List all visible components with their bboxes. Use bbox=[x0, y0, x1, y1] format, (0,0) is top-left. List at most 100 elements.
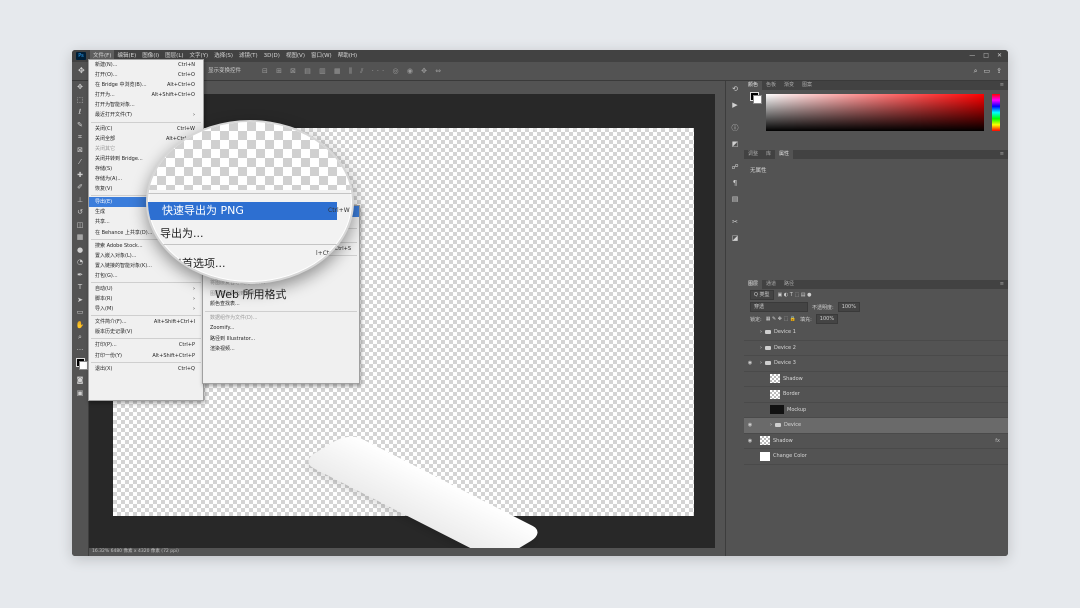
stamp-icon[interactable]: ⊥ bbox=[72, 194, 88, 207]
panel-menu-icon[interactable]: ≡ bbox=[1000, 81, 1004, 90]
tab-color[interactable]: 颜色 bbox=[744, 81, 763, 90]
file-menu-item[interactable]: 导入(M) › bbox=[89, 304, 203, 314]
tab-swatches[interactable]: 色板 bbox=[762, 81, 780, 90]
fill-field[interactable]: 100% bbox=[815, 314, 839, 324]
expand-chevron-icon[interactable]: › bbox=[760, 345, 762, 351]
layer-row[interactable]: › Device 1 bbox=[744, 325, 1008, 341]
export-as-magnified[interactable]: 导出为... bbox=[160, 225, 204, 241]
move-icon[interactable]: ✥ bbox=[72, 81, 88, 94]
tool-presets-icon[interactable]: ✂ bbox=[726, 214, 744, 230]
healing-icon[interactable]: ✚ bbox=[72, 169, 88, 182]
panel-menu-icon[interactable]: ≡ bbox=[1000, 150, 1004, 159]
layer-row[interactable]: Change Color bbox=[744, 449, 1008, 465]
hand-icon[interactable]: ✋ bbox=[72, 319, 88, 332]
type-icon[interactable]: T bbox=[72, 281, 88, 294]
file-menu-item[interactable]: 打开为智能对象... bbox=[89, 100, 203, 110]
layer-row[interactable]: › Device 2 bbox=[744, 341, 1008, 356]
file-menu-item[interactable]: 打开为... Alt+Shift+Ctrl+O bbox=[89, 90, 203, 100]
expand-chevron-icon[interactable]: › bbox=[760, 329, 762, 335]
menu-6[interactable]: 滤镜(T) bbox=[236, 50, 261, 62]
layer-row[interactable]: Mockup bbox=[744, 403, 1008, 418]
visibility-eye-icon[interactable]: ◉ bbox=[744, 422, 756, 428]
menu-5[interactable]: 选择(S) bbox=[211, 50, 236, 62]
workspace-icon[interactable]: ▭ bbox=[984, 62, 991, 80]
eyedropper-icon[interactable]: ⁄ bbox=[72, 156, 88, 169]
layer-row[interactable]: Shadow bbox=[744, 372, 1008, 387]
marquee-icon[interactable]: ⬚ bbox=[72, 94, 88, 107]
menu-9[interactable]: 窗口(W) bbox=[308, 50, 335, 62]
file-menu-item[interactable]: 自动(U) › bbox=[89, 284, 203, 294]
character-icon[interactable]: ▤ bbox=[726, 191, 744, 207]
menu-10[interactable]: 帮助(H) bbox=[335, 50, 360, 62]
tab-layers[interactable]: 图层 bbox=[744, 280, 763, 289]
file-menu-item[interactable]: 打包(G)... bbox=[89, 271, 203, 281]
shape-icon[interactable]: ▭ bbox=[72, 306, 88, 319]
brush-settings-icon[interactable]: ☍ bbox=[726, 159, 744, 175]
screen-mode-icon[interactable]: ▣ bbox=[72, 387, 88, 400]
zoom-icon[interactable]: ⌕ bbox=[72, 331, 88, 344]
menu-7[interactable]: 3D(D) bbox=[261, 50, 283, 62]
tab-properties[interactable]: 属性 bbox=[775, 150, 794, 159]
color-swatches[interactable] bbox=[72, 356, 88, 374]
tab-patterns[interactable]: 图案 bbox=[798, 81, 816, 90]
align-icons[interactable]: ⊟ ⊞ ⊠ ▤ ▥ ▦ ⫼ ⫽ ··· ◎ ◉ ✥ ⇔ bbox=[262, 62, 444, 80]
visibility-eye-icon[interactable]: ◉ bbox=[744, 360, 756, 366]
clone-source-icon[interactable]: ◪ bbox=[726, 230, 744, 246]
file-menu-item[interactable]: 脚本(R) › bbox=[89, 294, 203, 304]
file-menu-item[interactable]: 退出(X) Ctrl+Q bbox=[89, 364, 203, 374]
expand-chevron-icon[interactable]: › bbox=[770, 422, 772, 428]
tab-paths[interactable]: 路径 bbox=[780, 280, 798, 289]
blur-icon[interactable]: ● bbox=[72, 244, 88, 257]
path-select-icon[interactable]: ➤ bbox=[72, 294, 88, 307]
crop-icon[interactable]: ⌗ bbox=[72, 131, 88, 144]
play-icon[interactable]: ▶ bbox=[726, 97, 744, 113]
file-menu-item[interactable]: 打印(P)... Ctrl+P bbox=[89, 340, 203, 350]
visibility-eye-icon[interactable]: ◉ bbox=[744, 438, 756, 444]
layer-row[interactable]: ◉ › Device bbox=[744, 418, 1008, 434]
menu-8[interactable]: 视图(V) bbox=[283, 50, 308, 62]
quick-export-png-magnified[interactable]: 快速导出为 PNG bbox=[148, 202, 337, 220]
gradient-icon[interactable]: ▦ bbox=[72, 231, 88, 244]
tab-gradients[interactable]: 渐变 bbox=[780, 81, 798, 90]
hue-slider[interactable] bbox=[992, 94, 1000, 131]
background-color-chip[interactable] bbox=[753, 95, 762, 104]
file-menu-item[interactable]: 打开(O)... Ctrl+O bbox=[89, 70, 203, 80]
export-prefs-magnified[interactable]: 导出首选项... bbox=[160, 255, 226, 271]
panel-menu-icon[interactable]: ≡ bbox=[1000, 280, 1004, 289]
layer-row[interactable]: ◉ › Device 3 bbox=[744, 356, 1008, 372]
share-icon[interactable]: ⇪ bbox=[996, 62, 1002, 80]
file-menu-item[interactable]: 最近打开文件(T) › bbox=[89, 110, 203, 120]
blend-mode-select[interactable]: 穿透 bbox=[750, 302, 808, 312]
move-tool-option-icon[interactable]: ✥ bbox=[78, 62, 85, 80]
layer-filter-select[interactable]: Q 类型 bbox=[750, 290, 774, 300]
layer-row[interactable]: Border bbox=[744, 387, 1008, 403]
file-menu-item[interactable]: 打印一份(Y) Alt+Shift+Ctrl+P bbox=[89, 351, 203, 361]
minimize-icon[interactable]: — bbox=[969, 50, 975, 62]
eraser-icon[interactable]: ◫ bbox=[72, 219, 88, 232]
tab-libraries[interactable]: 库 bbox=[762, 150, 775, 159]
color-picker-field[interactable] bbox=[766, 94, 984, 131]
more-icon[interactable]: ··· bbox=[72, 344, 88, 357]
layer-fx-badge[interactable]: fx bbox=[995, 438, 1000, 444]
search-icon[interactable]: ⌕ bbox=[974, 62, 978, 80]
file-menu-item[interactable]: 在 Bridge 中浏览(B)... Alt+Ctrl+O bbox=[89, 80, 203, 90]
export-submenu-item[interactable]: 数据组作为文件(D)... bbox=[203, 313, 359, 324]
expand-chevron-icon[interactable]: › bbox=[760, 360, 762, 366]
history-icon[interactable]: ⟲ bbox=[726, 81, 744, 97]
quick-mask-icon[interactable]: ◙ bbox=[72, 374, 88, 387]
frame-icon[interactable]: ⊠ bbox=[72, 144, 88, 157]
pen-icon[interactable]: ✒ bbox=[72, 269, 88, 282]
file-menu-item[interactable]: 新建(N)... Ctrl+N bbox=[89, 60, 203, 70]
brush-icon[interactable]: ✐ bbox=[72, 181, 88, 194]
opacity-field[interactable]: 100% bbox=[837, 302, 860, 312]
layer-row[interactable]: ◉ Shadow fx bbox=[744, 434, 1008, 449]
file-menu-item[interactable]: 版本历史记录(V) bbox=[89, 327, 203, 337]
filter-icons[interactable]: ▣ ◐ T ⬚ ▤ ● bbox=[778, 292, 812, 298]
quick-select-icon[interactable]: ✎ bbox=[72, 119, 88, 132]
info-icon[interactable]: ⓘ bbox=[726, 120, 744, 136]
history-brush-icon[interactable]: ↺ bbox=[72, 206, 88, 219]
export-submenu-item[interactable]: 渲染视频... bbox=[203, 344, 359, 355]
export-submenu-item[interactable]: 路径到 Illustrator... bbox=[203, 334, 359, 345]
lasso-icon[interactable]: ℓ bbox=[72, 106, 88, 119]
close-icon[interactable]: ✕ bbox=[997, 50, 1002, 62]
